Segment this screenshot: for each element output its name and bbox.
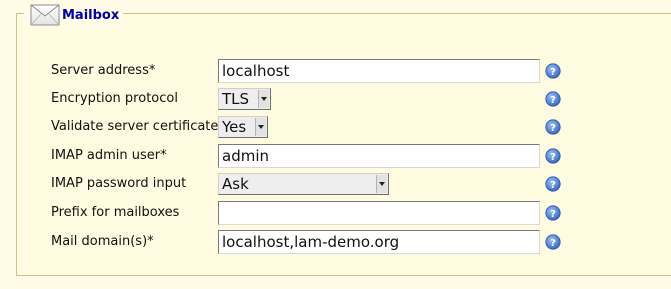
help-question-icon[interactable]: ? [545,63,561,79]
svg-text:?: ? [550,67,556,78]
help-question-icon[interactable]: ? [545,176,561,192]
server-address-label: Server address* [51,63,156,78]
prefix-for-mailboxes-label: Prefix for mailboxes [51,205,180,220]
prefix-for-mailboxes-input[interactable] [218,201,540,225]
chevron-down-icon [376,175,387,193]
validate-certificate-value: Yes [222,118,247,136]
row-prefix-for-mailboxes: Prefix for mailboxes ? [17,201,617,225]
imap-password-input-select[interactable]: Ask [218,173,389,195]
row-imap-password-input: IMAP password input Ask ? [17,172,617,196]
imap-password-input-label: IMAP password input [51,176,187,191]
mail-domains-label: Mail domain(s)* [51,234,154,249]
imap-admin-user-label: IMAP admin user* [51,148,167,163]
validate-certificate-select[interactable]: Yes [218,116,268,138]
row-validate-certificate: Validate server certificate Yes ? [17,115,617,139]
help-question-icon[interactable]: ? [545,148,561,164]
svg-text:?: ? [550,238,556,249]
encryption-protocol-select[interactable]: TLS [218,88,271,110]
mailbox-fieldset: Server address* localhost ? Encryption p… [16,13,671,276]
help-question-icon[interactable]: ? [545,234,561,250]
svg-text:?: ? [550,95,556,106]
svg-text:?: ? [550,209,556,220]
mail-domains-input[interactable]: localhost,lam-demo.org [218,230,540,254]
svg-text:?: ? [550,123,556,134]
server-address-input[interactable]: localhost [218,59,540,83]
chevron-down-icon [255,118,266,136]
section-legend: Mailbox [24,3,124,27]
envelope-icon [30,4,60,26]
encryption-protocol-value: TLS [222,90,250,108]
encryption-protocol-label: Encryption protocol [51,91,178,106]
row-server-address: Server address* localhost ? [17,59,617,83]
svg-text:?: ? [550,180,556,191]
section-title: Mailbox [62,7,120,23]
row-mail-domains: Mail domain(s)* localhost,lam-demo.org ? [17,230,617,254]
help-question-icon[interactable]: ? [545,205,561,221]
row-encryption-protocol: Encryption protocol TLS ? [17,87,617,111]
imap-admin-user-input[interactable]: admin [218,144,540,168]
row-imap-admin-user: IMAP admin user* admin ? [17,144,617,168]
svg-text:?: ? [550,152,556,163]
validate-certificate-label: Validate server certificate [51,119,219,134]
help-question-icon[interactable]: ? [545,119,561,135]
help-question-icon[interactable]: ? [545,91,561,107]
imap-password-input-value: Ask [222,175,249,193]
chevron-down-icon [258,90,269,108]
